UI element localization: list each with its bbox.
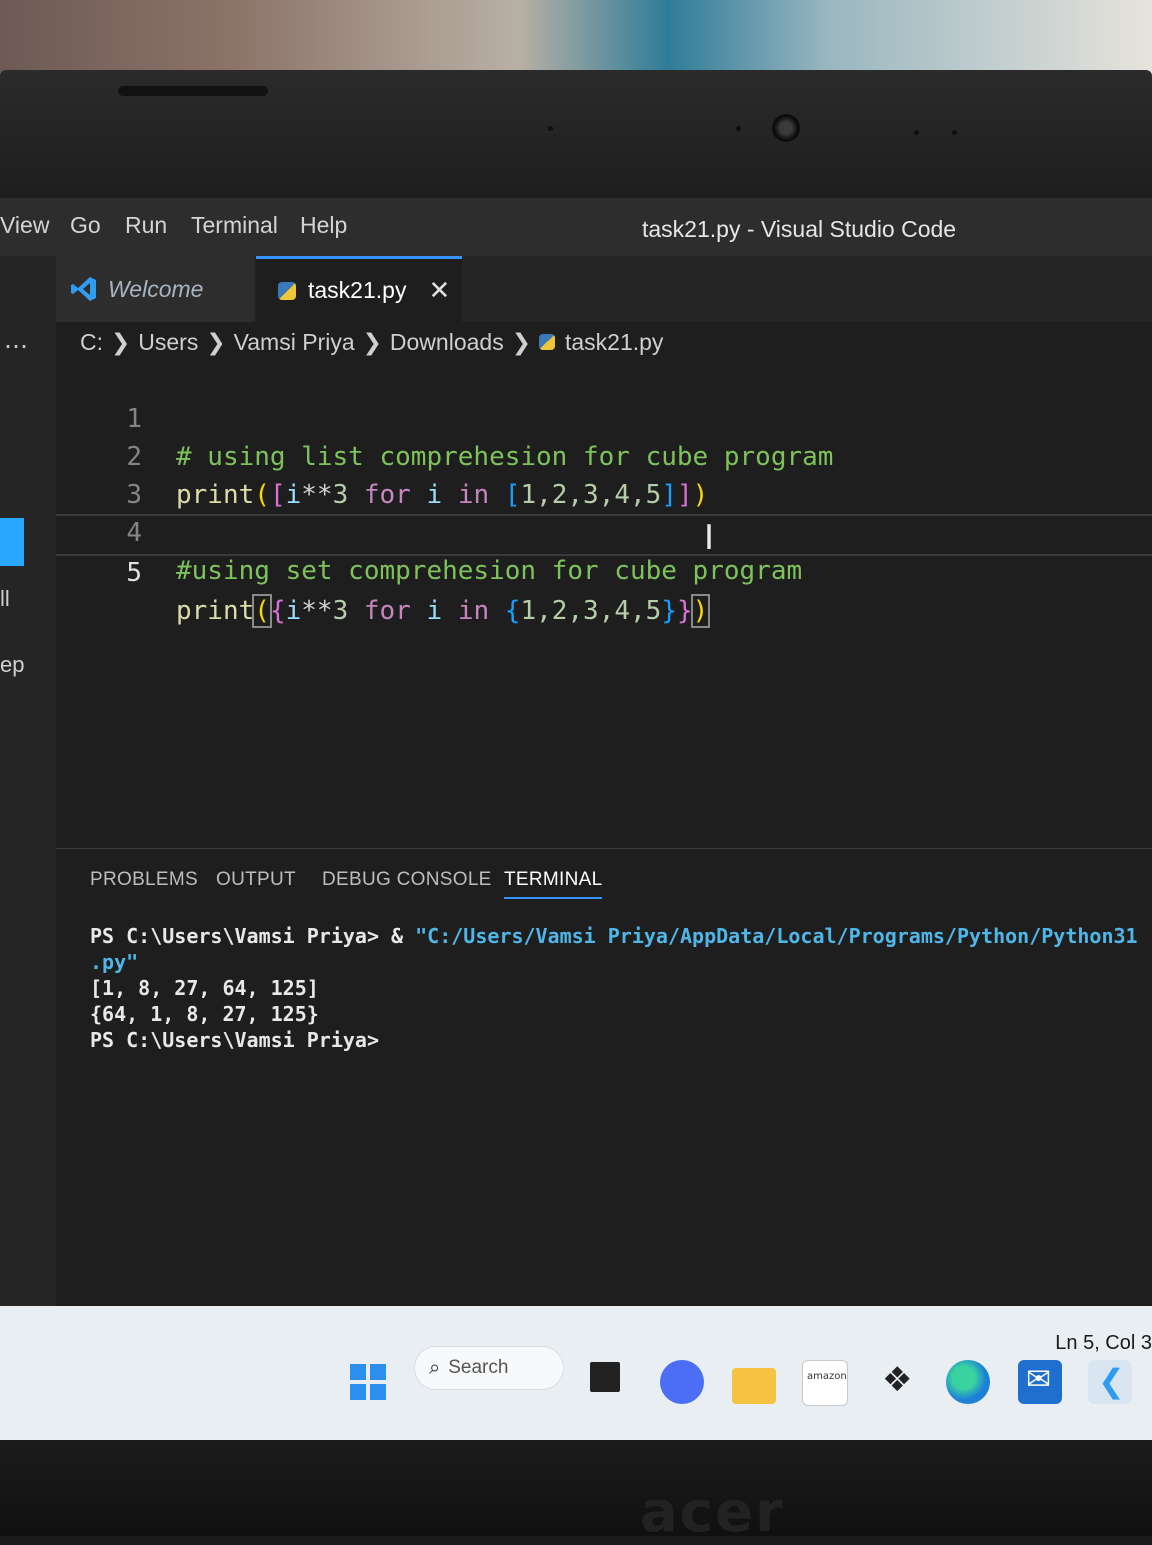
sensor-dot (736, 126, 741, 131)
terminal-prompt: PS C:\Users\Vamsi Priya> (90, 1028, 379, 1052)
title-bar: View Go Run Terminal Help task21.py - Vi… (0, 198, 1152, 256)
chevron-right-icon: ❯ (362, 328, 382, 355)
terminal-output-line: {64, 1, 8, 27, 125} (90, 1002, 319, 1026)
sensor-dot (548, 126, 553, 131)
amazon-icon[interactable]: amazon (802, 1360, 848, 1406)
breadcrumb-item[interactable]: Vamsi Priya (234, 329, 355, 356)
bottom-panel: PROBLEMS OUTPUT DEBUG CONSOLE TERMINAL P… (56, 848, 1152, 1269)
vscode-taskbar-icon[interactable]: ❮ (1088, 1360, 1132, 1404)
line-number: 5 (126, 558, 142, 588)
file-explorer-icon[interactable] (732, 1368, 776, 1404)
task-view-icon[interactable] (590, 1362, 620, 1392)
dropbox-icon[interactable]: ❖ (876, 1360, 920, 1404)
sensor-dot (914, 130, 919, 135)
vscode-icon (70, 275, 98, 303)
breadcrumb: C: ❯ Users ❯ Vamsi Priya ❯ Downloads ❯ t… (80, 322, 663, 362)
breadcrumb-item[interactable]: task21.py (565, 329, 663, 356)
laptop-bezel-bottom (0, 1440, 1152, 1536)
background-wall (0, 0, 1152, 80)
code-editor[interactable]: 1 # using list comprehesion for cube pro… (56, 362, 1152, 842)
tab-terminal[interactable]: TERMINAL (504, 869, 603, 899)
tab-debug-console[interactable]: DEBUG CONSOLE (322, 869, 492, 891)
sidebar-label-fragment: ep (0, 652, 25, 677)
bezel-notch (118, 86, 268, 96)
tab-welcome-label: Welcome (108, 275, 204, 302)
active-view-indicator (0, 518, 24, 566)
chevron-right-icon: ❯ (511, 328, 531, 355)
tab-problems[interactable]: PROBLEMS (90, 869, 198, 891)
search-icon: ⌕ (429, 1356, 441, 1379)
activity-bar: … ll ep (0, 256, 56, 1326)
code-text: print({i**3 for i in {1,2,3,4,5}}) (176, 594, 711, 628)
edge-browser-icon[interactable] (946, 1360, 990, 1404)
window-title: task21.py - Visual Studio Code (642, 216, 957, 242)
code-line: 4 #using set comprehesion for cube progr… (56, 476, 1152, 586)
python-file-icon (278, 281, 296, 300)
sidebar-label-fragment: ll (0, 586, 10, 611)
screen: View Go Run Terminal Help task21.py - Vi… (0, 198, 1152, 1448)
terminal-command-path-tail: .py" (90, 950, 139, 974)
breadcrumb-item[interactable]: C: (80, 329, 103, 356)
search-label: Search (448, 1357, 509, 1378)
terminal-command-path: "C:/Users/Vamsi Priya/AppData/Local/Prog… (415, 924, 1138, 948)
tab-welcome[interactable]: Welcome (56, 256, 254, 322)
breadcrumb-item[interactable]: Users (138, 329, 198, 356)
chevron-right-icon: ❯ (206, 328, 226, 355)
python-file-icon (538, 334, 555, 350)
menu-view[interactable]: View (0, 212, 49, 239)
teams-chat-icon[interactable] (660, 1360, 704, 1404)
code-line: 1 # using list comprehesion for cube pro… (56, 362, 1152, 472)
mail-icon[interactable]: ✉ (1018, 1360, 1062, 1404)
sensor-dot (952, 130, 957, 135)
webcam (772, 114, 800, 142)
tab-task21-label: task21.py (308, 277, 407, 303)
terminal-prompt: PS C:\Users\Vamsi Priya> & (90, 924, 416, 948)
breadcrumb-item[interactable]: Downloads (390, 329, 504, 356)
code-line-current: 5 print({i**3 for i in {1,2,3,4,5}}) (56, 514, 1152, 628)
code-line: 2 print([i**3 for i in [1,2,3,4,5]]) (56, 400, 1152, 510)
terminal-output-line: [1, 8, 27, 64, 125] (90, 976, 319, 1000)
chevron-right-icon: ❯ (111, 328, 131, 355)
tab-task21[interactable]: task21.py ✕ (256, 256, 462, 322)
close-icon[interactable]: ✕ (428, 275, 450, 306)
tab-output[interactable]: OUTPUT (216, 869, 296, 891)
taskbar-search[interactable]: ⌕ Search (414, 1346, 564, 1390)
status-cursor-position[interactable]: Ln 5, Col 3 (1055, 1332, 1152, 1355)
menu-help[interactable]: Help (300, 212, 347, 239)
tab-strip: Welcome task21.py ✕ (56, 256, 1152, 322)
terminal-output[interactable]: PS C:\Users\Vamsi Priya> & "C:/Users/Vam… (90, 923, 1138, 1053)
more-icon[interactable]: … (4, 326, 28, 354)
laptop-brand-logo: acer (640, 1480, 785, 1545)
menu-terminal[interactable]: Terminal (191, 212, 278, 239)
menu-run[interactable]: Run (125, 212, 167, 239)
code-line: 3 (56, 438, 1152, 510)
windows-start-icon[interactable] (350, 1364, 386, 1400)
menu-go[interactable]: Go (70, 212, 101, 239)
text-cursor-icon: I (704, 518, 715, 558)
